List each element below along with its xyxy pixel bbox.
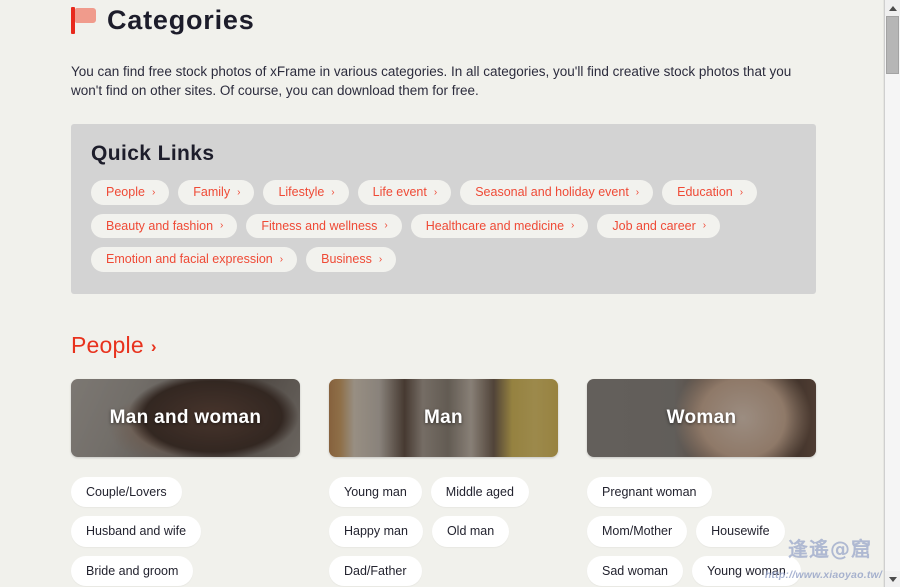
quick-link-lifestyle[interactable]: Lifestyle › bbox=[263, 180, 349, 205]
tag-bride-and-groom[interactable]: Bride and groom bbox=[71, 555, 194, 587]
category-card-label: Woman bbox=[666, 406, 737, 428]
category-card-man[interactable]: Man bbox=[329, 378, 558, 457]
tag-housewife[interactable]: Housewife bbox=[696, 516, 785, 547]
vertical-scrollbar[interactable] bbox=[884, 0, 900, 587]
page-title: Categories bbox=[71, 0, 816, 40]
intro-paragraph: You can find free stock photos of xFrame… bbox=[71, 64, 792, 99]
quick-links-row: Beauty and fashion › Fitness and wellnes… bbox=[91, 213, 796, 239]
quick-link-healthcare-and-medicine[interactable]: Healthcare and medicine › bbox=[410, 213, 589, 239]
category-column-woman: Woman Pregnant woman Mom/Mother Housewif… bbox=[587, 378, 816, 587]
quick-links-row: Emotion and facial expression › Business… bbox=[91, 247, 796, 272]
section-heading-people[interactable]: People › bbox=[71, 331, 816, 358]
chevron-right-icon: › bbox=[237, 186, 241, 198]
category-cards-grid: Man and woman Couple/Lovers Husband and … bbox=[71, 378, 816, 587]
quick-links-panel: Quick Links People › Family › Lifestyle bbox=[71, 124, 816, 294]
category-card-label: Man bbox=[424, 406, 463, 428]
scroll-down-arrow-icon bbox=[888, 576, 897, 582]
quick-link-beauty-and-fashion[interactable]: Beauty and fashion › bbox=[91, 213, 238, 239]
quick-link-label: Education bbox=[677, 185, 733, 200]
chevron-right-icon: › bbox=[635, 186, 640, 198]
section-title: People bbox=[71, 331, 144, 358]
tag-list: Pregnant woman Mom/Mother Housewife Sad … bbox=[587, 476, 816, 587]
chevron-right-icon: › bbox=[331, 186, 335, 198]
quick-links-row: People › Family › Lifestyle › Life event… bbox=[91, 180, 796, 205]
category-column-man-and-woman: Man and woman Couple/Lovers Husband and … bbox=[71, 378, 300, 587]
tag-old-man[interactable]: Old man bbox=[431, 516, 510, 547]
quick-links-heading: Quick Links bbox=[91, 142, 215, 166]
chevron-right-icon: › bbox=[150, 336, 157, 356]
page-title-text: Categories bbox=[107, 5, 255, 35]
category-card-woman[interactable]: Woman bbox=[587, 378, 816, 457]
chevron-right-icon: › bbox=[433, 186, 438, 198]
tag-dad-father[interactable]: Dad/Father bbox=[329, 555, 422, 587]
quick-link-people[interactable]: People › bbox=[91, 180, 170, 205]
quick-link-education[interactable]: Education › bbox=[662, 180, 758, 205]
chevron-right-icon: › bbox=[151, 186, 156, 198]
quick-link-label: Healthcare and medicine bbox=[425, 218, 565, 233]
tag-husband-and-wife[interactable]: Husband and wife bbox=[71, 516, 202, 547]
quick-link-label: Job and career bbox=[612, 218, 696, 233]
category-card-man-and-woman[interactable]: Man and woman bbox=[71, 378, 300, 457]
quick-links-rows: People › Family › Lifestyle › Life event… bbox=[91, 180, 796, 272]
category-card-label: Man and woman bbox=[109, 406, 262, 428]
tag-pregnant-woman[interactable]: Pregnant woman bbox=[587, 476, 712, 508]
quick-link-label: Fitness and wellness bbox=[261, 218, 378, 233]
tag-young-man[interactable]: Young man bbox=[329, 476, 422, 508]
scroll-up-button[interactable] bbox=[885, 0, 900, 16]
content-column: Categories You can find free stock photo… bbox=[71, 0, 816, 587]
tag-middle-aged[interactable]: Middle aged bbox=[430, 476, 529, 508]
tag-sad-woman[interactable]: Sad woman bbox=[587, 555, 684, 587]
scroll-up-arrow-icon bbox=[888, 5, 897, 11]
tag-young-woman[interactable]: Young woman bbox=[692, 555, 801, 587]
tag-mom-mother[interactable]: Mom/Mother bbox=[587, 516, 688, 547]
quick-link-job-and-career[interactable]: Job and career › bbox=[597, 213, 721, 239]
quick-link-label: Life event bbox=[372, 185, 427, 200]
scroll-down-button[interactable] bbox=[885, 571, 900, 587]
chevron-right-icon: › bbox=[571, 220, 575, 232]
quick-link-life-event[interactable]: Life event › bbox=[357, 180, 452, 205]
chevron-right-icon: › bbox=[220, 220, 224, 232]
scrollbar-thumb[interactable] bbox=[886, 16, 899, 74]
quick-link-emotion-and-facial-expression[interactable]: Emotion and facial expression › bbox=[91, 247, 298, 272]
chevron-right-icon: › bbox=[702, 220, 707, 232]
flag-icon bbox=[71, 6, 97, 36]
category-column-man: Man Young man Middle aged Happy man Old … bbox=[329, 378, 558, 587]
page-content: Categories You can find free stock photo… bbox=[0, 0, 884, 587]
scrollbar-track[interactable] bbox=[885, 16, 900, 571]
chevron-right-icon: › bbox=[384, 220, 388, 232]
quick-link-seasonal-and-holiday-event[interactable]: Seasonal and holiday event › bbox=[460, 180, 654, 205]
quick-link-business[interactable]: Business › bbox=[306, 247, 397, 272]
chevron-right-icon: › bbox=[279, 253, 284, 265]
quick-link-fitness-and-wellness[interactable]: Fitness and wellness › bbox=[246, 213, 402, 239]
browser-viewport: Categories You can find free stock photo… bbox=[0, 0, 900, 587]
quick-link-family[interactable]: Family › bbox=[178, 180, 255, 205]
quick-link-label: Seasonal and holiday event bbox=[475, 185, 629, 200]
tag-couple-lovers[interactable]: Couple/Lovers bbox=[71, 476, 182, 508]
chevron-right-icon: › bbox=[739, 186, 744, 198]
chevron-right-icon: › bbox=[378, 253, 383, 265]
quick-link-label: People bbox=[106, 185, 145, 200]
quick-link-label: Family bbox=[193, 185, 231, 200]
quick-link-label: Business bbox=[321, 252, 372, 267]
quick-link-label: Lifestyle bbox=[278, 185, 325, 200]
tag-list: Young man Middle aged Happy man Old man … bbox=[329, 476, 558, 587]
tag-list: Couple/Lovers Husband and wife Bride and… bbox=[71, 476, 300, 587]
tag-happy-man[interactable]: Happy man bbox=[329, 516, 423, 547]
quick-link-label: Beauty and fashion bbox=[106, 218, 214, 233]
quick-link-label: Emotion and facial expression bbox=[106, 252, 273, 267]
